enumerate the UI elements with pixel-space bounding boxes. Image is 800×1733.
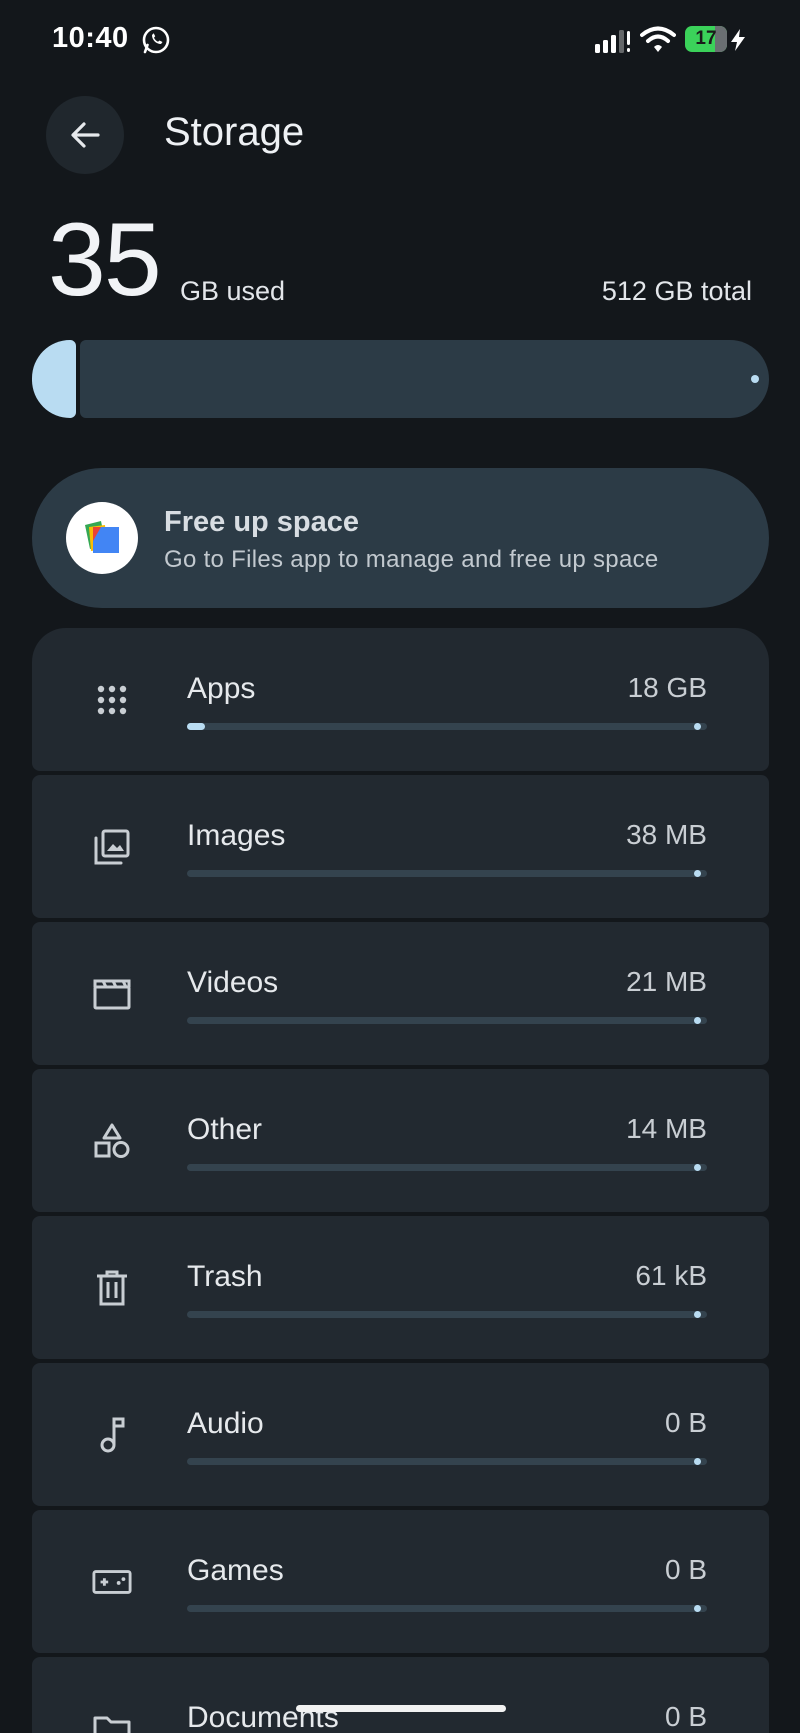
storage-usage-bar — [32, 340, 769, 418]
category-size: 0 B — [664, 1407, 707, 1438]
battery-icon: 17 — [685, 26, 727, 52]
category-apps[interactable]: Apps 18 GB — [32, 628, 769, 771]
category-other[interactable]: Other 14 MB — [32, 1069, 769, 1212]
category-name: Other — [187, 1113, 263, 1146]
category-size: 38 MB — [626, 819, 707, 850]
back-button[interactable] — [46, 96, 124, 174]
category-size: 0 B — [664, 1554, 707, 1585]
category-name: Videos — [187, 966, 279, 999]
home-indicator[interactable] — [296, 1705, 506, 1712]
gamepad-icon — [92, 1562, 132, 1602]
category-name: Trash — [187, 1260, 263, 1293]
category-usage-bar — [187, 1311, 707, 1318]
arrow-back-icon — [71, 122, 100, 148]
category-usage-bar — [187, 1164, 707, 1171]
signal-icon — [595, 30, 630, 53]
storage-bar-end-dot — [751, 375, 759, 383]
page-title: Storage — [164, 110, 305, 154]
free-up-space-subtitle: Go to Files app to manage and free up sp… — [164, 546, 659, 573]
category-size: 14 MB — [626, 1113, 707, 1144]
category-documents[interactable]: Documents 0 B — [32, 1657, 769, 1733]
category-size: 0 B — [664, 1701, 707, 1732]
category-size: 61 kB — [635, 1260, 707, 1291]
storage-used-segment — [32, 340, 76, 418]
category-usage-bar — [187, 723, 707, 730]
category-trash[interactable]: Trash 61 kB — [32, 1216, 769, 1359]
whatsapp-icon — [142, 26, 170, 54]
total-label: 512 GB total — [601, 276, 752, 306]
status-time: 10:40 — [52, 22, 129, 54]
category-usage-bar — [187, 1605, 707, 1612]
category-name: Apps — [187, 672, 256, 705]
category-name: Audio — [187, 1407, 264, 1440]
free-up-space-title: Free up space — [164, 506, 360, 538]
category-usage-bar — [187, 870, 707, 877]
trash-icon — [92, 1268, 132, 1308]
shapes-icon — [92, 1121, 132, 1161]
free-up-space-card[interactable]: Free up space Go to Files app to manage … — [32, 468, 769, 608]
music-note-icon — [92, 1415, 132, 1455]
images-icon — [92, 827, 132, 867]
category-usage-bar — [187, 1017, 707, 1024]
category-videos[interactable]: Videos 21 MB — [32, 922, 769, 1065]
charging-bolt-icon — [731, 29, 745, 51]
category-size: 18 GB — [627, 672, 707, 703]
used-label: GB used — [180, 276, 286, 306]
apps-grid-icon — [92, 680, 132, 720]
category-usage-bar — [187, 1458, 707, 1465]
storage-screen: 10:40 17 Storage 35 GB used 512 GB total… — [0, 0, 800, 1733]
status-bar: 10:40 17 — [0, 0, 800, 80]
category-name: Games — [187, 1554, 284, 1587]
category-games[interactable]: Games 0 B — [32, 1510, 769, 1653]
videos-icon — [92, 974, 132, 1014]
category-images[interactable]: Images 38 MB — [32, 775, 769, 918]
folder-icon — [92, 1709, 132, 1733]
wifi-icon — [640, 26, 676, 52]
category-name: Images — [187, 819, 286, 852]
used-value: 35 — [48, 202, 162, 318]
files-app-icon — [66, 502, 138, 574]
category-audio[interactable]: Audio 0 B — [32, 1363, 769, 1506]
battery-level: 17 — [695, 28, 717, 49]
category-size: 21 MB — [626, 966, 707, 997]
storage-free-segment — [80, 340, 769, 418]
